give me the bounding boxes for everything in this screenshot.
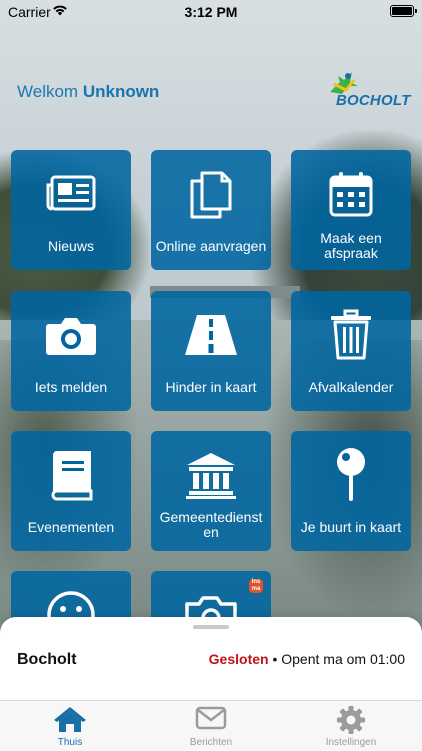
- tab-thuis[interactable]: Thuis: [0, 701, 140, 751]
- tile-label: Gemeentedienst en: [159, 509, 263, 540]
- map-pin-icon: [291, 445, 411, 505]
- tab-berichten[interactable]: Berichten: [141, 701, 281, 751]
- tile-je-buurt-in-kaart[interactable]: Je buurt in kaart: [291, 431, 411, 551]
- tile-label: Online aanvragen: [155, 237, 267, 254]
- tile-label: Maak een afspraak: [320, 230, 382, 261]
- bocholt-logo: BOCHOLT: [322, 70, 410, 112]
- greeting: Welkom: [17, 82, 79, 101]
- tile-afvalkalender[interactable]: Afvalkalender: [291, 291, 411, 411]
- closed-label: Gesloten: [208, 651, 269, 667]
- calendar-icon: [291, 164, 411, 224]
- tile-evenementen[interactable]: Evenementen: [11, 431, 131, 551]
- tile-label: Je buurt in kaart: [300, 518, 402, 535]
- welcome-text: Welkom Unknown: [17, 82, 159, 102]
- gear-icon: [281, 705, 421, 734]
- newspaper-icon: [11, 164, 131, 224]
- user-name: Unknown: [82, 82, 160, 101]
- tile-label: Hinder in kaart: [165, 378, 257, 395]
- road-icon: [151, 305, 271, 365]
- battery-icon: [390, 5, 417, 17]
- book-icon: [11, 445, 131, 505]
- trash-icon: [291, 305, 411, 365]
- home-icon: [0, 705, 140, 733]
- tile-label: Nieuws: [48, 237, 94, 254]
- place-name: Bocholt: [17, 651, 77, 668]
- tile-label: Iets melden: [34, 378, 108, 395]
- tile-label: Evenementen: [27, 518, 115, 535]
- documents-icon: [151, 164, 271, 224]
- clock: 3:12 PM: [184, 4, 238, 20]
- location-sheet[interactable]: Bocholt Gesloten • Opent ma om 01:00: [0, 617, 422, 701]
- instagram-badge: Ins ma: [249, 579, 263, 593]
- opening-status: Gesloten • Opent ma om 01:00: [209, 651, 405, 667]
- status-bar: Carrier 3:12 PM: [0, 0, 422, 24]
- tab-label: Thuis: [57, 737, 83, 748]
- tile-iets-melden[interactable]: Iets melden: [11, 291, 131, 411]
- tab-bar: Thuis Berichten Instellingen: [0, 700, 422, 751]
- tile-online-aanvragen[interactable]: Online aanvragen: [151, 150, 271, 270]
- tile-gemeentediensten[interactable]: Gemeentedienst en: [151, 431, 271, 551]
- camera-icon: [11, 305, 131, 365]
- tile-maak-een-afspraak[interactable]: Maak een afspraak: [291, 150, 411, 270]
- tab-label: Berichten: [189, 737, 233, 748]
- tab-instellingen[interactable]: Instellingen: [281, 701, 421, 751]
- tile-hinder-in-kaart[interactable]: Hinder in kaart: [151, 291, 271, 411]
- tile-nieuws[interactable]: Nieuws: [11, 150, 131, 270]
- tab-label: Instellingen: [325, 737, 377, 748]
- government-building-icon: [151, 445, 271, 505]
- sheet-grabber[interactable]: [193, 625, 229, 629]
- mail-icon: [141, 705, 281, 733]
- opening-time: • Opent ma om 01:00: [272, 651, 405, 667]
- tile-label: Afvalkalender: [308, 378, 394, 395]
